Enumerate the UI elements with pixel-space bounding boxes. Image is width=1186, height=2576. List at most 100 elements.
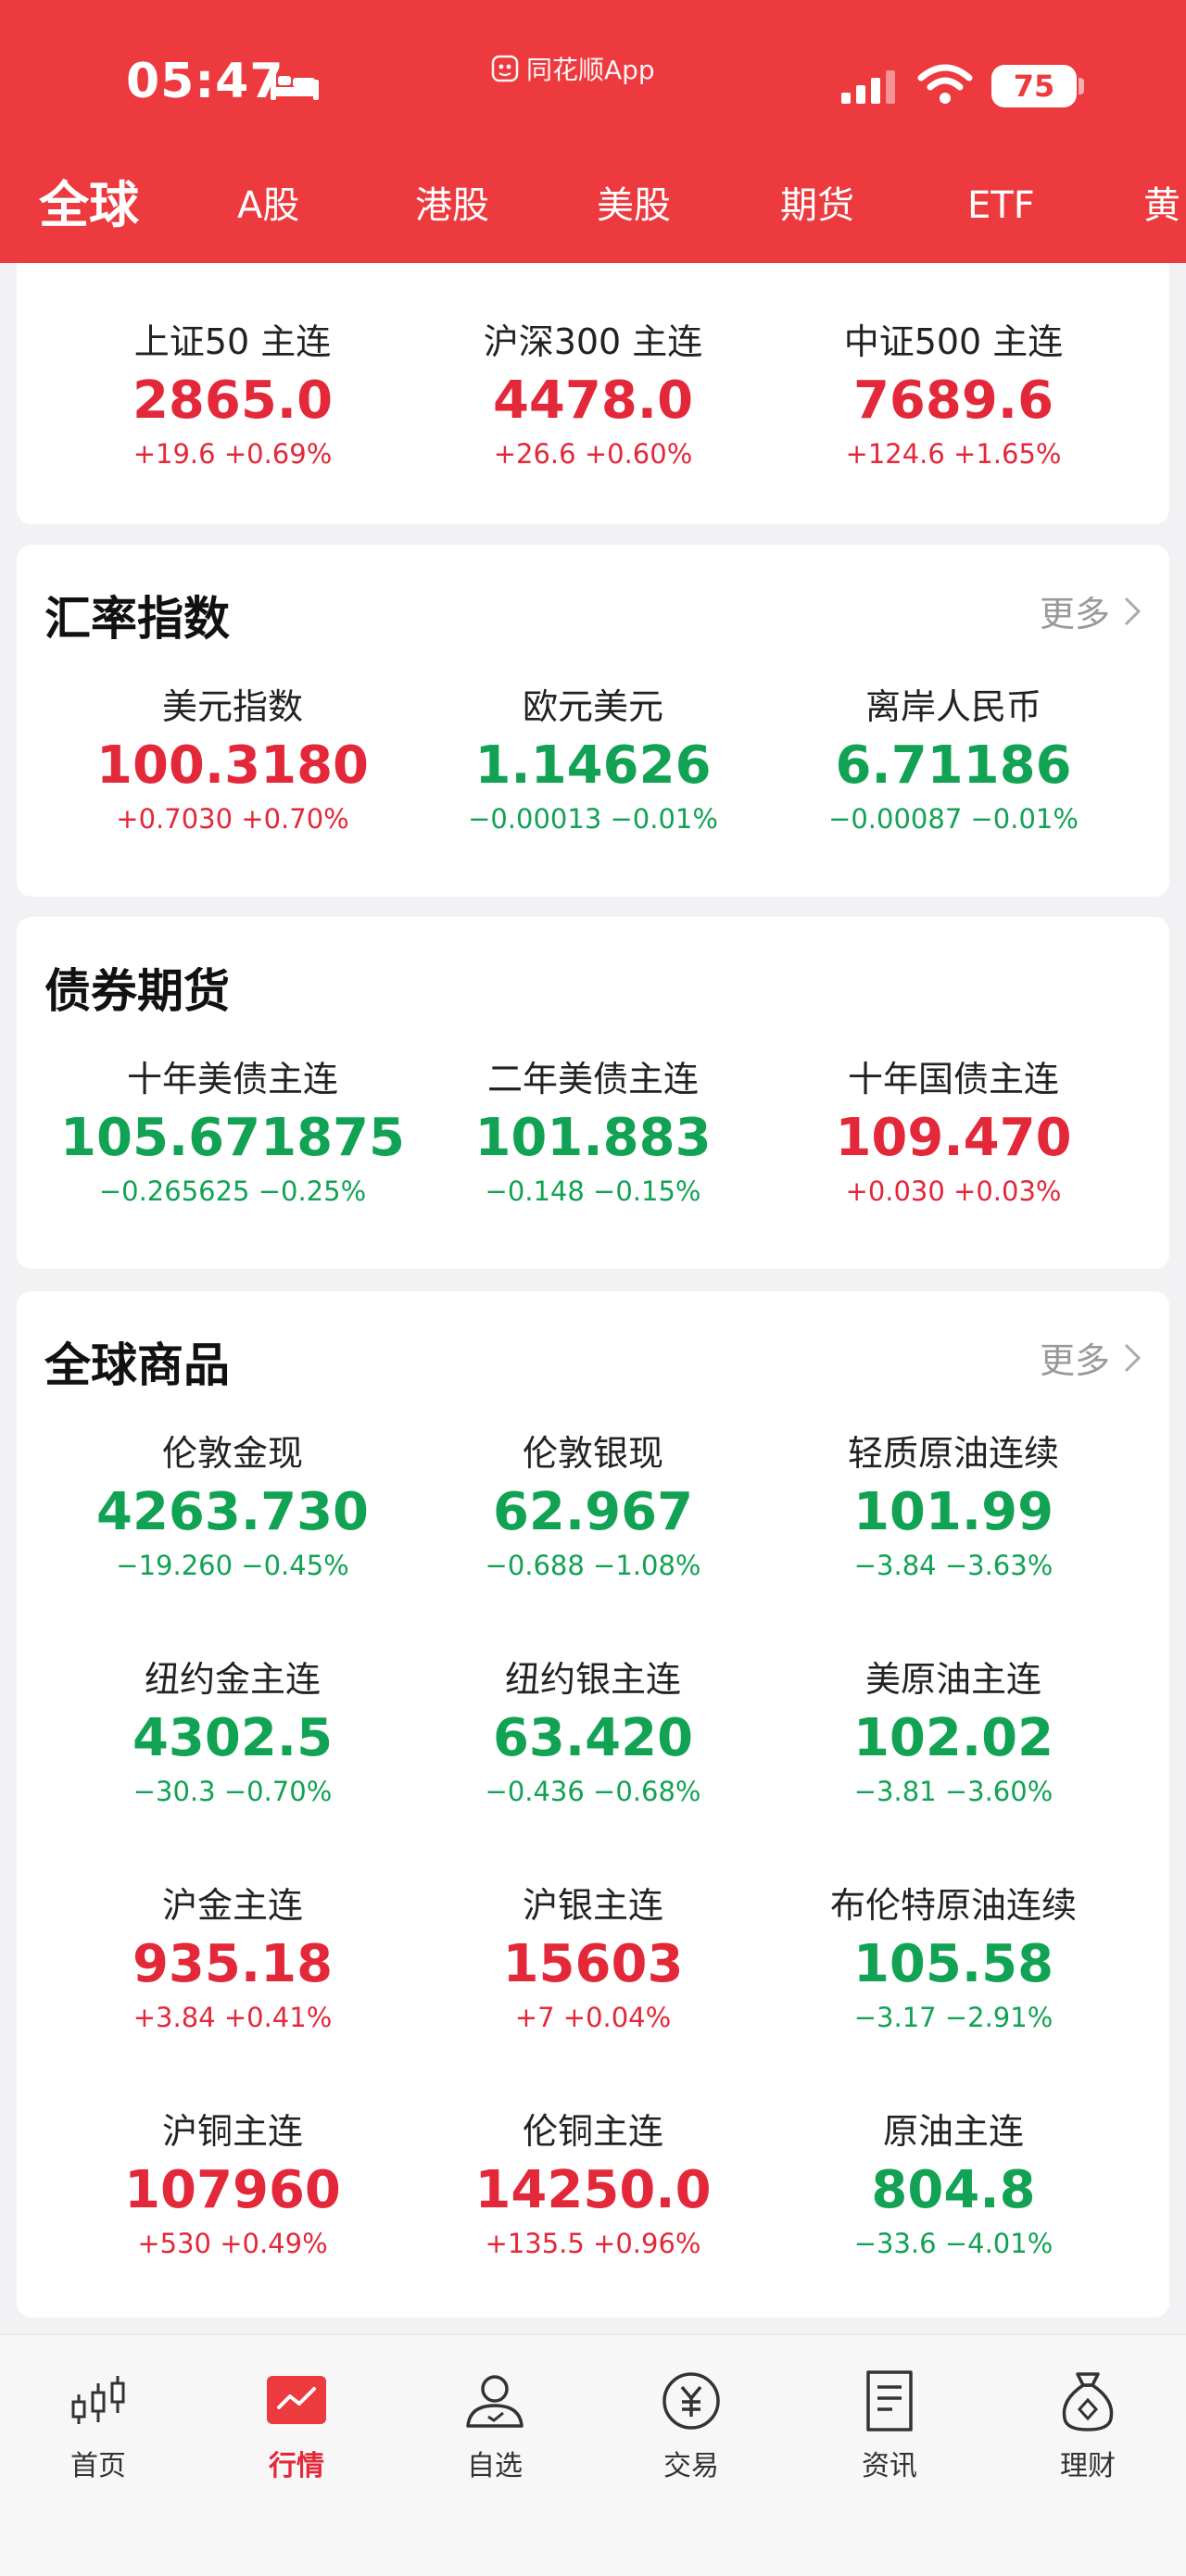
quote-cell[interactable]: 二年美债主连 101.883 −0.148 −0.15%: [405, 1056, 781, 1210]
nav-news[interactable]: 资讯: [815, 2369, 964, 2483]
tab-gold[interactable]: 黄: [1143, 167, 1180, 245]
quote-change: +0.030 +0.03%: [845, 1175, 1062, 1207]
nav-label: 理财: [1060, 2450, 1116, 2482]
quote-change: −0.148 −0.15%: [485, 1175, 701, 1207]
battery-indicator: 75: [991, 65, 1077, 107]
quote-cell[interactable]: 沪铜主连 107960 +530 +0.49%: [44, 2108, 421, 2262]
quote-price: 62.967: [492, 1482, 694, 1542]
quote-price: 101.99: [852, 1482, 1054, 1542]
index-futures-card: 上证50 主连 2865.0 +19.6 +0.69% 沪深300 主连 447…: [17, 263, 1169, 524]
nav-label: 行情: [269, 2450, 324, 2482]
quote-cell[interactable]: 纽约银主连 63.420 −0.436 −0.68%: [405, 1656, 781, 1810]
more-link[interactable]: 更多: [1040, 1332, 1142, 1383]
quote-name: 伦敦金现: [161, 1433, 303, 1474]
more-link[interactable]: 更多: [1040, 585, 1142, 636]
quote-price: 105.671875: [60, 1108, 405, 1168]
quote-cell[interactable]: 纽约金主连 4302.5 −30.3 −0.70%: [44, 1656, 421, 1810]
quote-cell[interactable]: 离岸人民币 6.71186 −0.00087 −0.01%: [765, 684, 1142, 837]
quote-name: 沪金主连: [161, 1885, 303, 1926]
tab-etf[interactable]: ETF: [967, 167, 1035, 245]
quote-cell[interactable]: 布伦特原油连续 105.58 −3.17 −2.91%: [765, 1882, 1142, 2036]
quote-cell[interactable]: 上证50 主连 2865.0 +19.6 +0.69%: [44, 319, 421, 472]
quote-change: −0.436 −0.68%: [485, 1776, 701, 1807]
quote-cell[interactable]: 伦敦银现 62.967 −0.688 −1.08%: [405, 1430, 781, 1584]
quote-cell[interactable]: 美元指数 100.3180 +0.7030 +0.70%: [44, 684, 421, 837]
quote-change: +530 +0.49%: [137, 2228, 328, 2259]
quote-price: 107960: [124, 2160, 341, 2220]
quote-cell[interactable]: 沪金主连 935.18 +3.84 +0.41%: [44, 1882, 421, 2036]
news-document-icon: [866, 2370, 913, 2431]
quote-cell[interactable]: 伦铜主连 14250.0 +135.5 +0.96%: [405, 2108, 781, 2262]
tab-hk-stocks[interactable]: 港股: [415, 167, 489, 245]
quote-change: −30.3 −0.70%: [132, 1776, 333, 1807]
quote-cell[interactable]: 十年美债主连 105.671875 −0.265625 −0.25%: [44, 1056, 421, 1210]
chevron-right-icon: [1124, 597, 1142, 625]
quote-change: −0.00013 −0.01%: [468, 803, 718, 835]
quote-change: −0.00087 −0.01%: [828, 803, 1079, 835]
quote-cell[interactable]: 沪深300 主连 4478.0 +26.6 +0.60%: [405, 319, 781, 472]
quote-price: 102.02: [852, 1708, 1054, 1768]
global-commodities-card: 全球商品 更多 伦敦金现 4263.730 −19.260 −0.45% 伦敦银…: [17, 1291, 1169, 2318]
quote-cell[interactable]: 美原油主连 102.02 −3.81 −3.60%: [765, 1656, 1142, 1810]
tab-a-shares[interactable]: A股: [237, 167, 299, 245]
nav-trade[interactable]: 交易: [617, 2369, 765, 2483]
money-bag-icon: [1062, 2372, 1114, 2431]
battery-cap: [1079, 78, 1084, 94]
nav-wealth[interactable]: 理财: [1014, 2369, 1162, 2483]
quote-price: 105.58: [852, 1934, 1054, 1994]
quote-change: +7 +0.04%: [514, 2002, 672, 2033]
user-watchlist-icon: [466, 2375, 524, 2428]
tab-us-stocks[interactable]: 美股: [597, 167, 671, 245]
quote-price: 2865.0: [132, 371, 334, 431]
quote-name: 上证50 主连: [133, 321, 332, 362]
quote-name: 二年美债主连: [486, 1059, 699, 1100]
quote-price: 4302.5: [132, 1708, 334, 1768]
quote-cell[interactable]: 伦敦金现 4263.730 −19.260 −0.45%: [44, 1430, 421, 1584]
quote-name: 离岸人民币: [864, 686, 1041, 727]
source-app-label[interactable]: 同花顺App: [491, 50, 655, 87]
quote-name: 纽约银主连: [504, 1659, 681, 1700]
quote-cell[interactable]: 欧元美元 1.14626 −0.00013 −0.01%: [405, 684, 781, 837]
quote-name: 十年美债主连: [126, 1059, 338, 1100]
quote-price: 15603: [502, 1934, 684, 1994]
bed-icon: [271, 70, 319, 100]
quote-cell[interactable]: 沪银主连 15603 +7 +0.04%: [405, 1882, 781, 2036]
yuan-coin-icon: [662, 2372, 720, 2430]
quote-change: +135.5 +0.96%: [485, 2228, 701, 2259]
quote-name: 沪铜主连: [161, 2111, 303, 2152]
quote-change: −3.17 −2.91%: [853, 2002, 1054, 2033]
nav-label: 交易: [663, 2450, 719, 2482]
quote-name: 十年国债主连: [847, 1059, 1059, 1100]
nav-home[interactable]: 首页: [24, 2369, 172, 2483]
cellular-signal-icon: [841, 70, 895, 104]
quote-price: 935.18: [132, 1934, 334, 1994]
top-header: 05:47 同花顺App 75 全球 A股 港股 美股 期货 ETF 黄: [0, 0, 1186, 263]
nav-watchlist[interactable]: 自选: [421, 2369, 569, 2483]
quote-cell[interactable]: 十年国债主连 109.470 +0.030 +0.03%: [765, 1056, 1142, 1210]
quote-change: −33.6 −4.01%: [853, 2228, 1054, 2259]
bottom-navigation: 首页 行情 自选 交易 资讯 理财: [0, 2334, 1186, 2576]
quote-price: 4263.730: [95, 1482, 370, 1542]
quote-change: −0.688 −1.08%: [485, 1550, 701, 1581]
quote-cell[interactable]: 原油主连 804.8 −33.6 −4.01%: [765, 2108, 1142, 2262]
quote-cell[interactable]: 轻质原油连续 101.99 −3.84 −3.63%: [765, 1430, 1142, 1584]
chevron-right-icon: [1124, 1343, 1142, 1372]
market-tabs: 全球 A股 港股 美股 期货 ETF 黄: [0, 167, 1186, 245]
quote-cell[interactable]: 中证500 主连 7689.6 +124.6 +1.65%: [765, 319, 1142, 472]
tab-global[interactable]: 全球: [39, 167, 139, 245]
nav-market[interactable]: 行情: [222, 2369, 371, 2483]
quote-price: 109.470: [835, 1108, 1072, 1168]
quote-price: 6.71186: [835, 735, 1072, 796]
quote-name: 中证500 主连: [843, 321, 1064, 362]
quote-price: 804.8: [871, 2160, 1036, 2220]
quote-change: −0.265625 −0.25%: [98, 1175, 367, 1207]
tab-futures[interactable]: 期货: [780, 167, 854, 245]
quote-name: 布伦特原油连续: [829, 1885, 1077, 1926]
quote-name: 沪银主连: [522, 1885, 663, 1926]
wifi-icon: [917, 64, 973, 104]
quote-price: 14250.0: [474, 2160, 712, 2220]
quote-change: +19.6 +0.69%: [132, 438, 333, 470]
quote-name: 美原油主连: [864, 1659, 1041, 1700]
section-title: 全球商品: [44, 1338, 230, 1392]
nav-label: 首页: [70, 2450, 126, 2482]
